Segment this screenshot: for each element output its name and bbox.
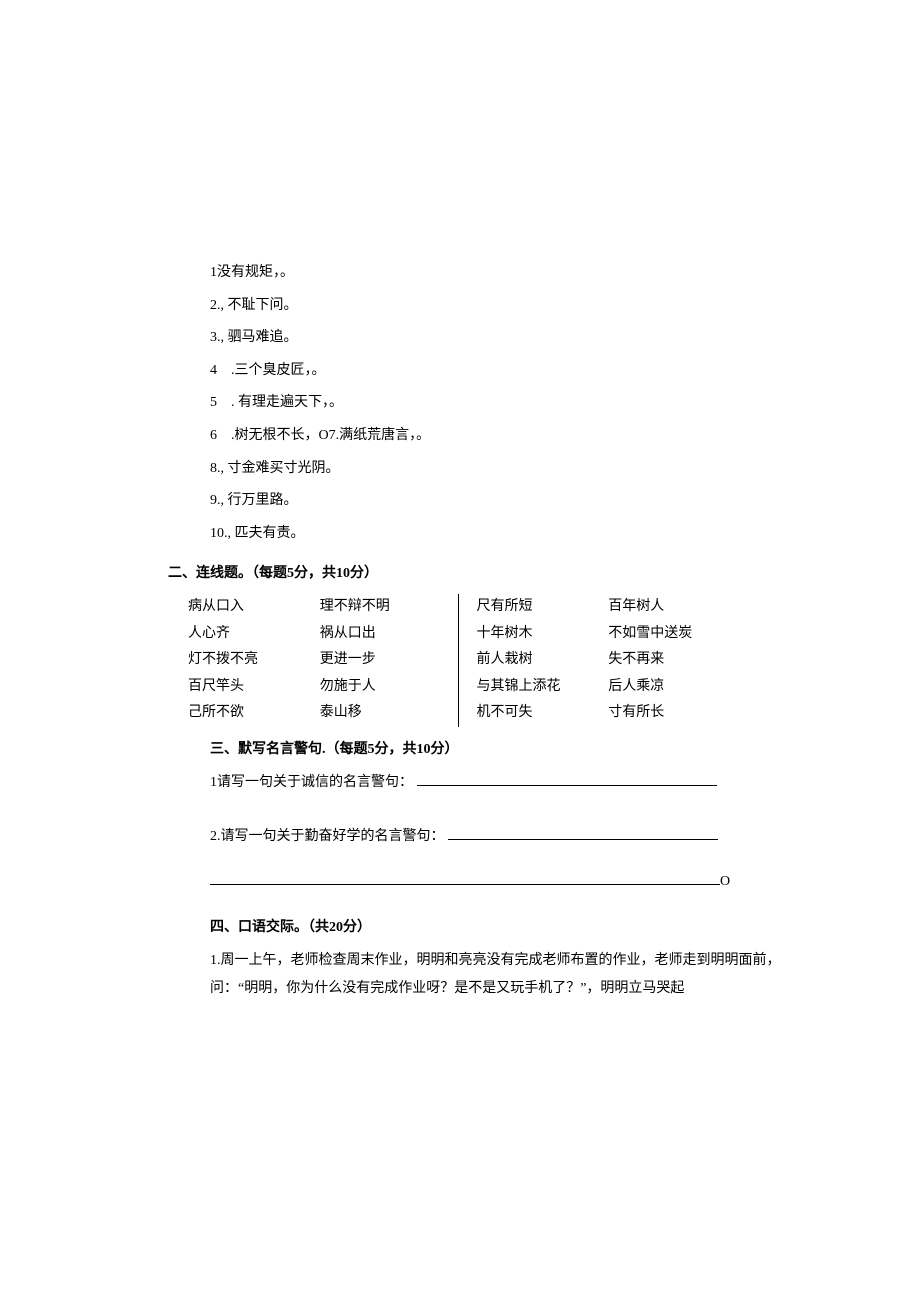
match-item: 失不再来: [608, 647, 740, 674]
list-item: 10., 匹夫有责。: [210, 521, 920, 548]
list-item: 8., 寸金难买寸光阴。: [210, 456, 920, 483]
question-line: 1请写一句关于诚信的名言警句：: [0, 770, 920, 797]
match-item: 勿施于人: [320, 674, 452, 701]
answer-blank: [417, 785, 717, 786]
match-item: 百年树人: [608, 594, 740, 621]
match-item: 己所不欲: [188, 700, 320, 727]
question-text: 2.请写一句关于勤奋好学的名言警句：: [210, 829, 445, 844]
document-page: 1没有规矩，。 2., 不耻下问。 3., 驷马难追。 4 .三个臭皮匠，。 5…: [0, 0, 920, 1003]
list-item: 1没有规矩，。: [210, 260, 920, 287]
match-item: 病从口入: [188, 594, 320, 621]
match-pair-right: 尺有所短 十年树木 前人栽树 与其锦上添花 机不可失 百年树人 不如雪中送炭 失…: [477, 594, 741, 727]
fill-blank-list: 1没有规矩，。 2., 不耻下问。 3., 驷马难追。 4 .三个臭皮匠，。 5…: [0, 260, 920, 547]
match-item: 更进一步: [320, 647, 452, 674]
section2-header: 二、连线题。（每题5分，共10分）: [0, 561, 920, 588]
question-text: 1请写一句关于诚信的名言警句：: [210, 775, 413, 790]
list-item: 6 .树无根不长，O7.满纸荒唐言，。: [210, 423, 920, 450]
match-col: 病从口入 人心齐 灯不拨不亮 百尺竿头 己所不欲: [188, 594, 320, 727]
match-item: 后人乘凉: [608, 674, 740, 701]
paragraph: 问：“明明，你为什么没有完成作业呀？是不是又玩手机了？”，明明立马哭起: [0, 976, 920, 1003]
match-item: 百尺竿头: [188, 674, 320, 701]
match-item: 泰山移: [320, 700, 452, 727]
match-item: 机不可失: [477, 700, 609, 727]
match-col: 理不辩不明 祸从口出 更进一步 勿施于人 泰山移: [320, 594, 452, 727]
matching-section: 病从口入 人心齐 灯不拨不亮 百尺竿头 己所不欲 理不辩不明 祸从口出 更进一步…: [0, 594, 740, 727]
list-item: 5 . 有理走遍天下，。: [210, 390, 920, 417]
match-pair-left: 病从口入 人心齐 灯不拨不亮 百尺竿头 己所不欲 理不辩不明 祸从口出 更进一步…: [188, 594, 452, 727]
match-item: 人心齐: [188, 621, 320, 648]
match-item: 寸有所长: [608, 700, 740, 727]
question-line: 2.请写一句关于勤奋好学的名言警句：: [0, 824, 920, 851]
match-col: 百年树人 不如雪中送炭 失不再来 后人乘凉 寸有所长: [608, 594, 740, 727]
vertical-divider: [458, 594, 459, 727]
match-item: 祸从口出: [320, 621, 452, 648]
trail-char: O: [720, 874, 730, 889]
answer-blank: [210, 884, 720, 885]
section3-header: 三、默写名言警句.（每题5分，共10分）: [0, 737, 920, 764]
answer-blank: [448, 839, 718, 840]
match-col: 尺有所短 十年树木 前人栽树 与其锦上添花 机不可失: [477, 594, 609, 727]
match-item: 十年树木: [477, 621, 609, 648]
list-item: 3., 驷马难追。: [210, 325, 920, 352]
answer-line: O: [0, 869, 920, 896]
section4-header: 四、口语交际。（共20分）: [0, 915, 920, 942]
match-item: 灯不拨不亮: [188, 647, 320, 674]
match-item: 不如雪中送炭: [608, 621, 740, 648]
match-item: 理不辩不明: [320, 594, 452, 621]
list-item: 9., 行万里路。: [210, 488, 920, 515]
match-item: 尺有所短: [477, 594, 609, 621]
match-item: 前人栽树: [477, 647, 609, 674]
list-item: 2., 不耻下问。: [210, 293, 920, 320]
paragraph: 1.周一上午，老师检查周末作业，明明和亮亮没有完成老师布置的作业，老师走到明明面…: [0, 948, 920, 975]
list-item: 4 .三个臭皮匠，。: [210, 358, 920, 385]
match-item: 与其锦上添花: [477, 674, 609, 701]
